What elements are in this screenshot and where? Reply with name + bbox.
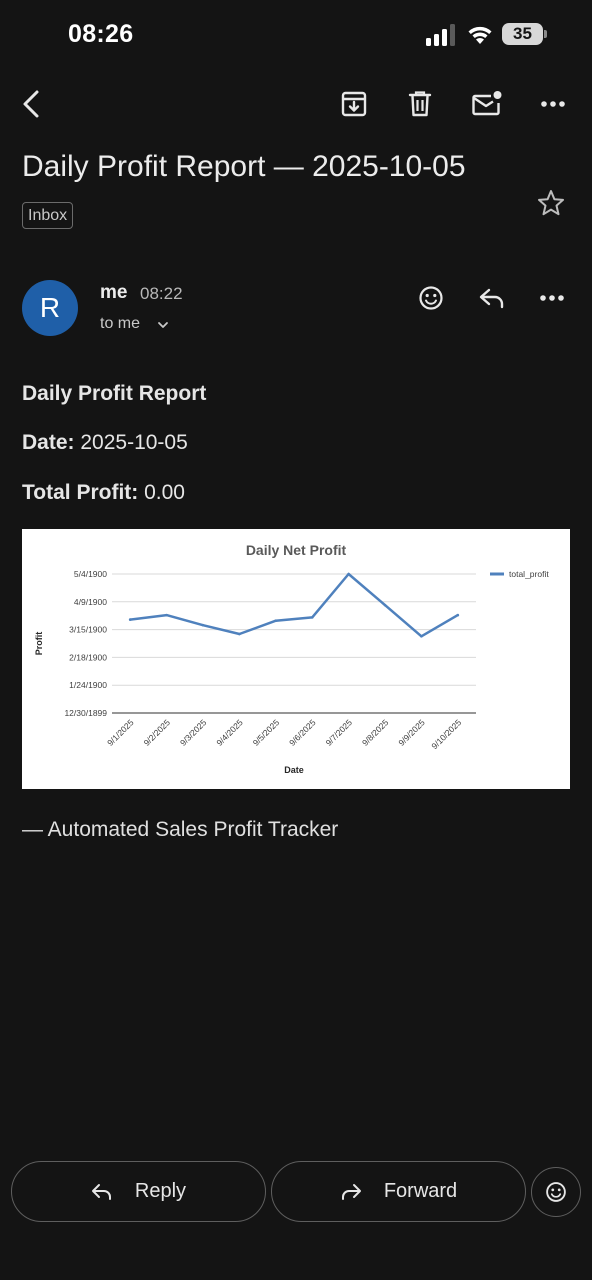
data-point xyxy=(274,619,278,623)
body-heading: Daily Profit Report xyxy=(22,382,207,405)
mark-unread-icon xyxy=(472,91,502,116)
forward-button[interactable]: Forward xyxy=(271,1161,526,1222)
email-toolbar xyxy=(0,78,592,130)
battery-level: 35 xyxy=(513,24,532,43)
body-date-line: Date: 2025-10-05 xyxy=(22,431,188,455)
archive-button[interactable] xyxy=(330,78,378,130)
sender-name: me xyxy=(100,282,128,303)
status-time: 08:26 xyxy=(68,20,134,48)
series-line-total_profit xyxy=(128,572,460,638)
star-icon xyxy=(538,190,564,216)
x-tick-label: 9/1/2025 xyxy=(105,717,136,748)
data-point xyxy=(456,613,460,617)
message-more-button[interactable] xyxy=(532,278,572,318)
chart-title: Daily Net Profit xyxy=(246,542,347,558)
archive-icon xyxy=(341,91,367,117)
mark-unread-button[interactable] xyxy=(463,78,511,130)
x-axis-title: Date xyxy=(284,765,304,775)
y-tick-label: 5/4/1900 xyxy=(74,569,107,579)
more-icon xyxy=(541,101,565,107)
sender-time: 08:22 xyxy=(140,284,183,303)
reply-icon xyxy=(479,288,504,309)
more-icon xyxy=(540,295,564,301)
reply-icon xyxy=(91,1183,111,1200)
date-label: Date: xyxy=(22,431,75,454)
x-tick-label: 9/4/2025 xyxy=(214,717,245,748)
reply-header-button[interactable] xyxy=(472,278,512,318)
forward-icon xyxy=(341,1183,361,1200)
data-point xyxy=(128,618,132,621)
status-bar: 08:26 35 xyxy=(0,0,592,70)
x-tick-label: 9/3/2025 xyxy=(178,717,209,748)
data-point xyxy=(238,632,241,636)
emoji-icon xyxy=(546,1182,566,1202)
y-tick-label: 2/18/1900 xyxy=(69,652,107,662)
body-profit-line: Total Profit: 0.00 xyxy=(22,481,185,505)
profit-label: Total Profit: xyxy=(22,481,139,504)
x-tick-label: 9/2/2025 xyxy=(142,717,173,748)
email-subject: Daily Profit Report — 2025-10-05 xyxy=(22,150,466,183)
date-value: 2025-10-05 xyxy=(80,431,188,454)
forward-label: Forward xyxy=(383,1180,458,1202)
data-point xyxy=(383,603,387,607)
profit-line-chart: Daily Net Profit 12/30/1899 1/24/1900 2/18/… xyxy=(34,542,549,775)
signal-icon xyxy=(426,24,455,46)
y-tick-label: 4/9/1900 xyxy=(74,597,107,607)
recipient-toggle[interactable]: to me xyxy=(100,315,140,333)
reply-label: Reply xyxy=(134,1180,187,1202)
data-point xyxy=(347,572,350,576)
x-tick-label: 9/9/2025 xyxy=(396,717,427,748)
inbox-label[interactable]: Inbox xyxy=(22,202,74,229)
legend-label: total_profit xyxy=(509,569,549,579)
y-tick-label: 3/15/1900 xyxy=(69,625,107,635)
delete-button[interactable] xyxy=(396,78,444,130)
star-button[interactable] xyxy=(532,184,570,222)
y-tick-label: 1/24/1900 xyxy=(69,680,107,690)
emoji-icon xyxy=(419,286,443,310)
email-signature: — Automated Sales Profit Tracker xyxy=(22,818,339,841)
wifi-icon xyxy=(468,26,492,44)
chevron-down-icon[interactable] xyxy=(156,318,170,332)
delete-icon xyxy=(408,91,432,117)
data-point xyxy=(420,634,423,638)
battery-icon: 35 xyxy=(502,23,548,47)
data-point xyxy=(165,613,168,617)
back-button[interactable] xyxy=(8,78,56,130)
profit-chart-image[interactable]: Daily Net Profit 12/30/1899 1/24/1900 2/18/… xyxy=(22,529,570,789)
more-options-button[interactable] xyxy=(529,78,577,130)
reply-button[interactable]: Reply xyxy=(11,1161,266,1222)
data-point xyxy=(310,616,314,619)
y-axis-title: Profit xyxy=(34,632,44,656)
x-tick-label: 9/6/2025 xyxy=(287,717,318,748)
back-icon xyxy=(23,90,39,118)
emoji-reaction-button[interactable] xyxy=(531,1167,581,1217)
x-tick-label: 9/5/2025 xyxy=(251,717,282,748)
x-tick-label: 9/10/2025 xyxy=(429,717,463,751)
data-point xyxy=(201,623,205,627)
x-tick-label: 9/8/2025 xyxy=(360,717,391,748)
avatar[interactable]: R xyxy=(22,280,78,336)
x-tick-label: 9/7/2025 xyxy=(324,717,355,748)
profit-value: 0.00 xyxy=(144,481,185,504)
add-reaction-button[interactable] xyxy=(411,278,451,318)
y-tick-label: 12/30/1899 xyxy=(64,708,107,718)
